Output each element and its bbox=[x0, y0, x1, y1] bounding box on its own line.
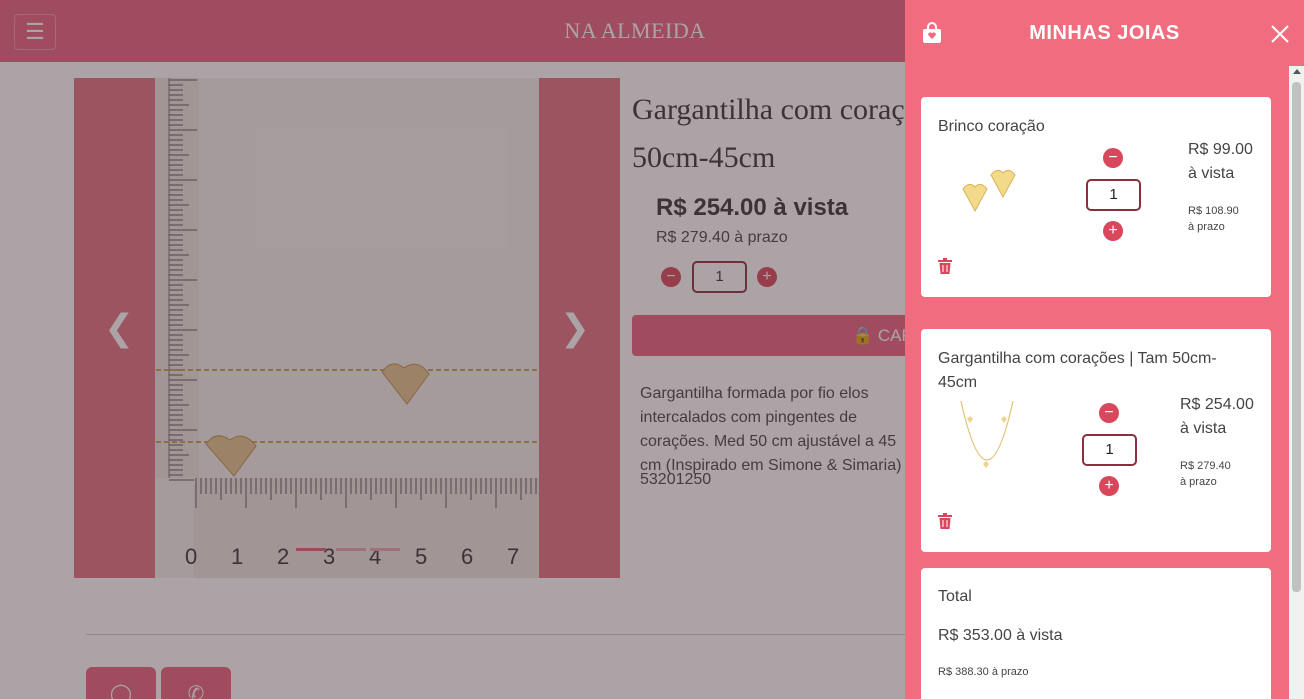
cart-item-price-cash: R$ 99.00 à vista bbox=[1188, 141, 1253, 182]
minus-icon: − bbox=[1104, 404, 1114, 421]
cart-scrollbar[interactable] bbox=[1289, 66, 1304, 699]
plus-icon: + bbox=[1104, 477, 1114, 494]
modal-backdrop[interactable] bbox=[0, 0, 905, 699]
cart-header: MINHAS JOIAS bbox=[905, 0, 1304, 66]
total-label: Total bbox=[938, 588, 972, 605]
cart-qty-decrease-button[interactable]: − bbox=[1103, 148, 1123, 168]
cart-item-card: Brinco coração − 1 + R$ 99.00 à vista R$… bbox=[921, 97, 1271, 297]
close-icon[interactable] bbox=[1270, 24, 1290, 44]
cart-item-price-cash: R$ 254.00 à vista bbox=[1180, 396, 1254, 437]
total-price-installments: R$ 388.30 à prazo bbox=[938, 666, 1029, 678]
trash-icon[interactable] bbox=[938, 513, 952, 529]
earring-thumbnail bbox=[962, 169, 1016, 213]
cart-title: MINHAS JOIAS bbox=[1029, 22, 1180, 44]
trash-icon[interactable] bbox=[938, 258, 952, 274]
plus-icon: + bbox=[1108, 222, 1118, 239]
cart-item-price-installments: R$ 279.40 à prazo bbox=[1180, 460, 1231, 488]
total-price-cash: R$ 353.00 à vista bbox=[938, 627, 1063, 644]
scroll-up-arrow-icon[interactable] bbox=[1293, 69, 1301, 74]
cart-side-panel: MINHAS JOIAS Brinco coração − 1 + R$ 99.… bbox=[905, 0, 1304, 699]
cart-total-card: Total R$ 353.00 à vista R$ 388.30 à praz… bbox=[921, 568, 1271, 699]
minus-icon: − bbox=[1108, 149, 1118, 166]
cart-qty-increase-button[interactable]: + bbox=[1099, 476, 1119, 496]
cart-item-price-installments: R$ 108.90 à prazo bbox=[1188, 205, 1239, 233]
cart-item-card: Gargantilha com corações | Tam 50cm-45cm… bbox=[921, 329, 1271, 552]
scrollbar-thumb[interactable] bbox=[1292, 82, 1301, 592]
cart-qty-decrease-button[interactable]: − bbox=[1099, 403, 1119, 423]
cart-qty-increase-button[interactable]: + bbox=[1103, 221, 1123, 241]
cart-item-name: Gargantilha com corações | Tam 50cm-45cm bbox=[938, 350, 1217, 391]
cart-item-name: Brinco coração bbox=[938, 118, 1045, 135]
cart-quantity-input[interactable]: 1 bbox=[1082, 434, 1137, 466]
necklace-thumbnail bbox=[960, 400, 1014, 468]
cart-quantity-input[interactable]: 1 bbox=[1086, 179, 1141, 211]
